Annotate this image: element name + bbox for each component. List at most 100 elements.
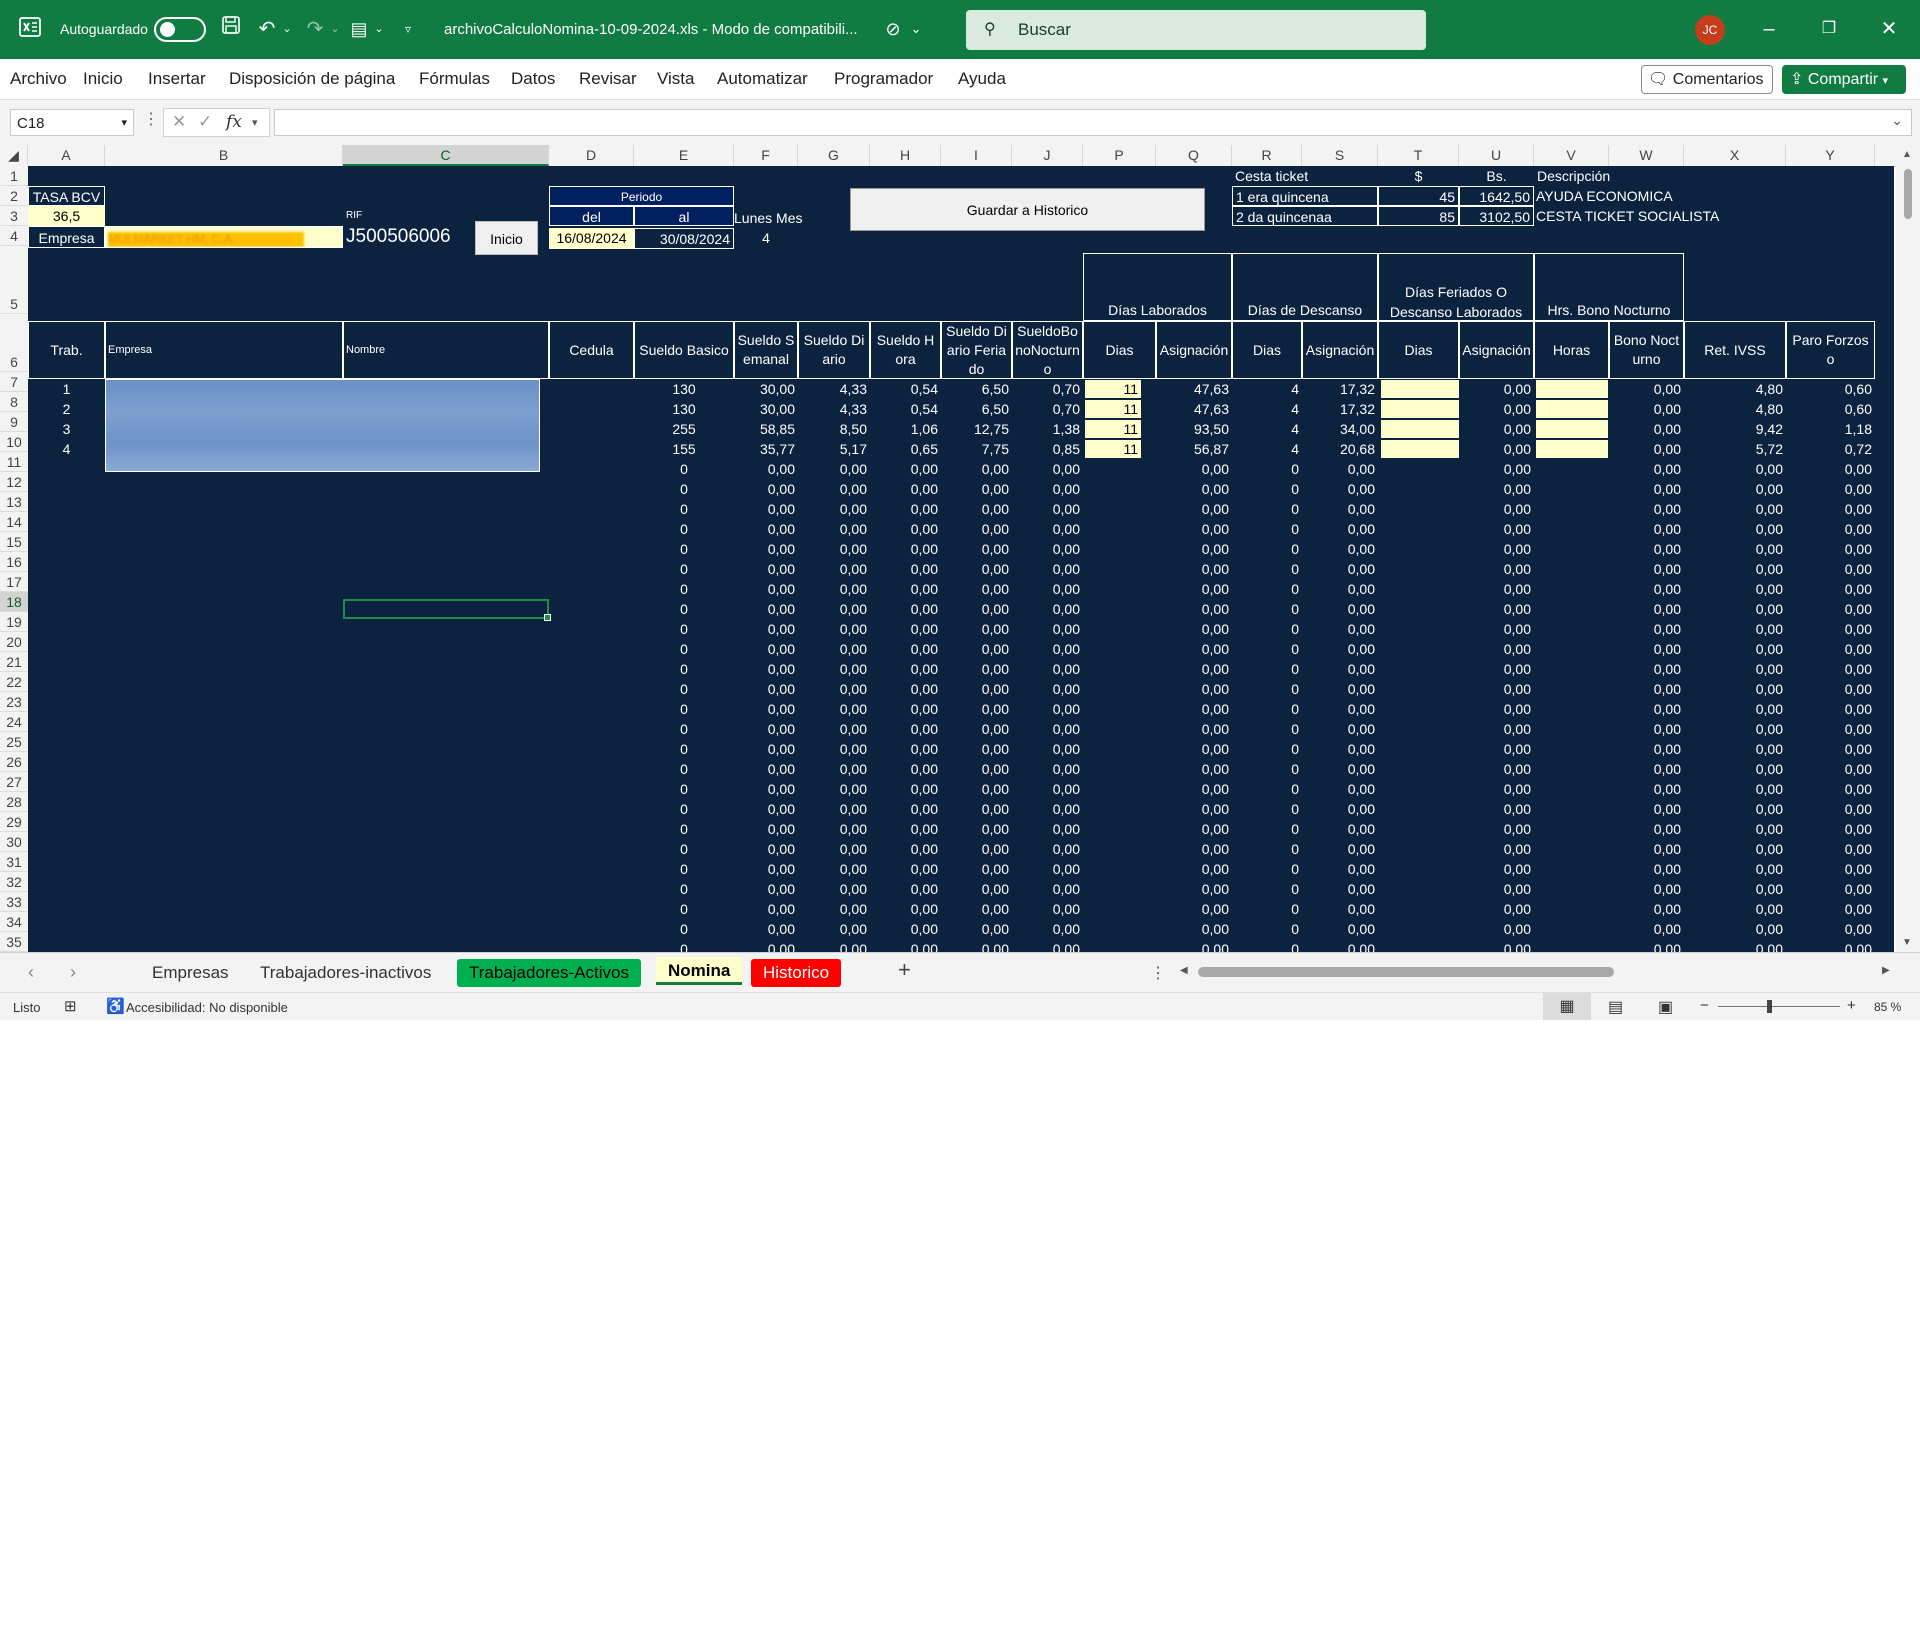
cell-nocturno[interactable]: 0,00 xyxy=(1012,659,1083,679)
row-header-1[interactable]: 1 xyxy=(0,166,28,186)
cell-asig-fer[interactable]: 0,00 xyxy=(1459,719,1534,739)
row-header-7[interactable]: 7 xyxy=(0,372,28,392)
name-box-dropdown-icon[interactable]: ▾ xyxy=(121,110,127,137)
tab-trabajadores-inactivos[interactable]: Trabajadores-inactivos xyxy=(248,959,443,987)
column-header-q[interactable]: Q xyxy=(1156,145,1232,166)
cell-diario[interactable]: 4,33 xyxy=(798,399,870,419)
zoom-out-icon[interactable]: − xyxy=(1700,997,1709,1014)
cell-asig-desc[interactable]: 0,00 xyxy=(1302,579,1378,599)
row-header-20[interactable]: 20 xyxy=(0,632,28,652)
cell-asig-fer[interactable]: 0,00 xyxy=(1459,499,1534,519)
cell-asig-fer[interactable]: 0,00 xyxy=(1459,539,1534,559)
input-cell-dias_fer[interactable] xyxy=(1381,420,1459,438)
cell-nocturno[interactable]: 0,00 xyxy=(1012,779,1083,799)
cell-asig-desc[interactable]: 0,00 xyxy=(1302,879,1378,899)
column-header-x[interactable]: X xyxy=(1684,145,1786,166)
input-cell-horas[interactable] xyxy=(1536,380,1608,398)
cell-feriado[interactable]: 0,00 xyxy=(941,939,1012,952)
cell-semanal[interactable]: 0,00 xyxy=(734,839,798,859)
menu-archivo[interactable]: Archivo xyxy=(10,59,67,99)
cell-diario[interactable]: 0,00 xyxy=(798,859,870,879)
cell-ivss[interactable]: 0,00 xyxy=(1684,479,1786,499)
cell-asig-desc[interactable]: 0,00 xyxy=(1302,819,1378,839)
cell-dias-desc[interactable]: 0 xyxy=(1232,579,1302,599)
cell-semanal[interactable]: 0,00 xyxy=(734,939,798,952)
cell-asig-fer[interactable]: 0,00 xyxy=(1459,579,1534,599)
tab-historico[interactable]: Historico xyxy=(751,959,842,987)
cell-asig-desc[interactable]: 0,00 xyxy=(1302,919,1378,939)
cell-diario[interactable]: 0,00 xyxy=(798,579,870,599)
sensitivity-icon[interactable]: ⊘ xyxy=(880,15,906,43)
cell-bono[interactable]: 0,00 xyxy=(1609,739,1684,759)
cell-ivss[interactable]: 4,80 xyxy=(1684,379,1786,399)
cell-semanal[interactable]: 0,00 xyxy=(734,899,798,919)
vertical-scrollbar[interactable]: ▲ ▼ xyxy=(1896,145,1920,952)
cell-diario[interactable]: 0,00 xyxy=(798,559,870,579)
cell-basico[interactable]: 0 xyxy=(634,559,734,579)
cell-bono[interactable]: 0,00 xyxy=(1609,919,1684,939)
cell-feriado[interactable]: 6,50 xyxy=(941,399,1012,419)
cell-ivss[interactable]: 0,00 xyxy=(1684,919,1786,939)
enter-icon[interactable]: ✓ xyxy=(198,112,212,132)
cell-ivss[interactable]: 0,00 xyxy=(1684,819,1786,839)
cell-diario[interactable]: 0,00 xyxy=(798,539,870,559)
cell-semanal[interactable]: 0,00 xyxy=(734,559,798,579)
cell-nocturno[interactable]: 0,00 xyxy=(1012,819,1083,839)
cell-paro[interactable]: 0,00 xyxy=(1786,479,1875,499)
menu-vista[interactable]: Vista xyxy=(657,59,695,99)
cell-semanal[interactable]: 0,00 xyxy=(734,519,798,539)
scroll-up-icon[interactable]: ▲ xyxy=(1902,149,1912,160)
cell-basico[interactable]: 0 xyxy=(634,799,734,819)
cell-bono[interactable]: 0,00 xyxy=(1609,819,1684,839)
tab-scroll-left-icon[interactable]: ‹ xyxy=(28,962,34,983)
cell-asig-desc[interactable]: 0,00 xyxy=(1302,599,1378,619)
tab-nomina[interactable]: Nomina xyxy=(656,957,743,985)
cell-ivss[interactable]: 0,00 xyxy=(1684,779,1786,799)
cell-hora[interactable]: 0,54 xyxy=(870,379,941,399)
cell-paro[interactable]: 0,00 xyxy=(1786,699,1875,719)
cell-paro[interactable]: 0,00 xyxy=(1786,919,1875,939)
cell-semanal[interactable]: 35,77 xyxy=(734,439,798,459)
row-header-34[interactable]: 34 xyxy=(0,912,28,932)
cell-asig-desc[interactable]: 0,00 xyxy=(1302,779,1378,799)
cell-feriado[interactable]: 0,00 xyxy=(941,459,1012,479)
cell-semanal[interactable]: 0,00 xyxy=(734,679,798,699)
cell-dias-desc[interactable]: 0 xyxy=(1232,859,1302,879)
cell-dias-lab[interactable]: 11 xyxy=(1083,419,1141,439)
cell-ivss[interactable]: 0,00 xyxy=(1684,519,1786,539)
cell-asig-lab[interactable]: 0,00 xyxy=(1156,799,1232,819)
cell-feriado[interactable]: 0,00 xyxy=(941,779,1012,799)
cell-diario[interactable]: 0,00 xyxy=(798,799,870,819)
row-header-31[interactable]: 31 xyxy=(0,852,28,872)
row-header-8[interactable]: 8 xyxy=(0,392,28,412)
cell-asig-desc[interactable]: 17,32 xyxy=(1302,379,1378,399)
cell-hora[interactable]: 0,00 xyxy=(870,699,941,719)
cell-asig-lab[interactable]: 0,00 xyxy=(1156,499,1232,519)
cell-asig-desc[interactable]: 0,00 xyxy=(1302,619,1378,639)
zoom-in-icon[interactable]: + xyxy=(1847,997,1856,1014)
cell-nocturno[interactable]: 0,00 xyxy=(1012,499,1083,519)
cell-asig-fer[interactable]: 0,00 xyxy=(1459,399,1534,419)
row-header-26[interactable]: 26 xyxy=(0,752,28,772)
scroll-down-icon[interactable]: ▼ xyxy=(1902,937,1912,948)
menu-formulas[interactable]: Fórmulas xyxy=(419,59,490,99)
cell-ivss[interactable]: 4,80 xyxy=(1684,399,1786,419)
cell-bono[interactable]: 0,00 xyxy=(1609,459,1684,479)
cell-feriado[interactable]: 0,00 xyxy=(941,539,1012,559)
cell-paro[interactable]: 0,00 xyxy=(1786,599,1875,619)
cell-dias-desc[interactable]: 0 xyxy=(1232,479,1302,499)
column-header-e[interactable]: E xyxy=(634,145,734,166)
cell-dias-desc[interactable]: 0 xyxy=(1232,779,1302,799)
cell-asig-lab[interactable]: 56,87 xyxy=(1156,439,1232,459)
cell-hora[interactable]: 0,00 xyxy=(870,459,941,479)
cell-asig-lab[interactable]: 0,00 xyxy=(1156,579,1232,599)
cell-semanal[interactable]: 0,00 xyxy=(734,579,798,599)
cell-nocturno[interactable]: 0,00 xyxy=(1012,579,1083,599)
cell-semanal[interactable]: 0,00 xyxy=(734,879,798,899)
row-header-24[interactable]: 24 xyxy=(0,712,28,732)
cell-hora[interactable]: 0,00 xyxy=(870,579,941,599)
cell-hora[interactable]: 0,00 xyxy=(870,839,941,859)
cell-dias-desc[interactable]: 0 xyxy=(1232,759,1302,779)
cell-dias-desc[interactable]: 4 xyxy=(1232,439,1302,459)
cell-asig-lab[interactable]: 0,00 xyxy=(1156,679,1232,699)
